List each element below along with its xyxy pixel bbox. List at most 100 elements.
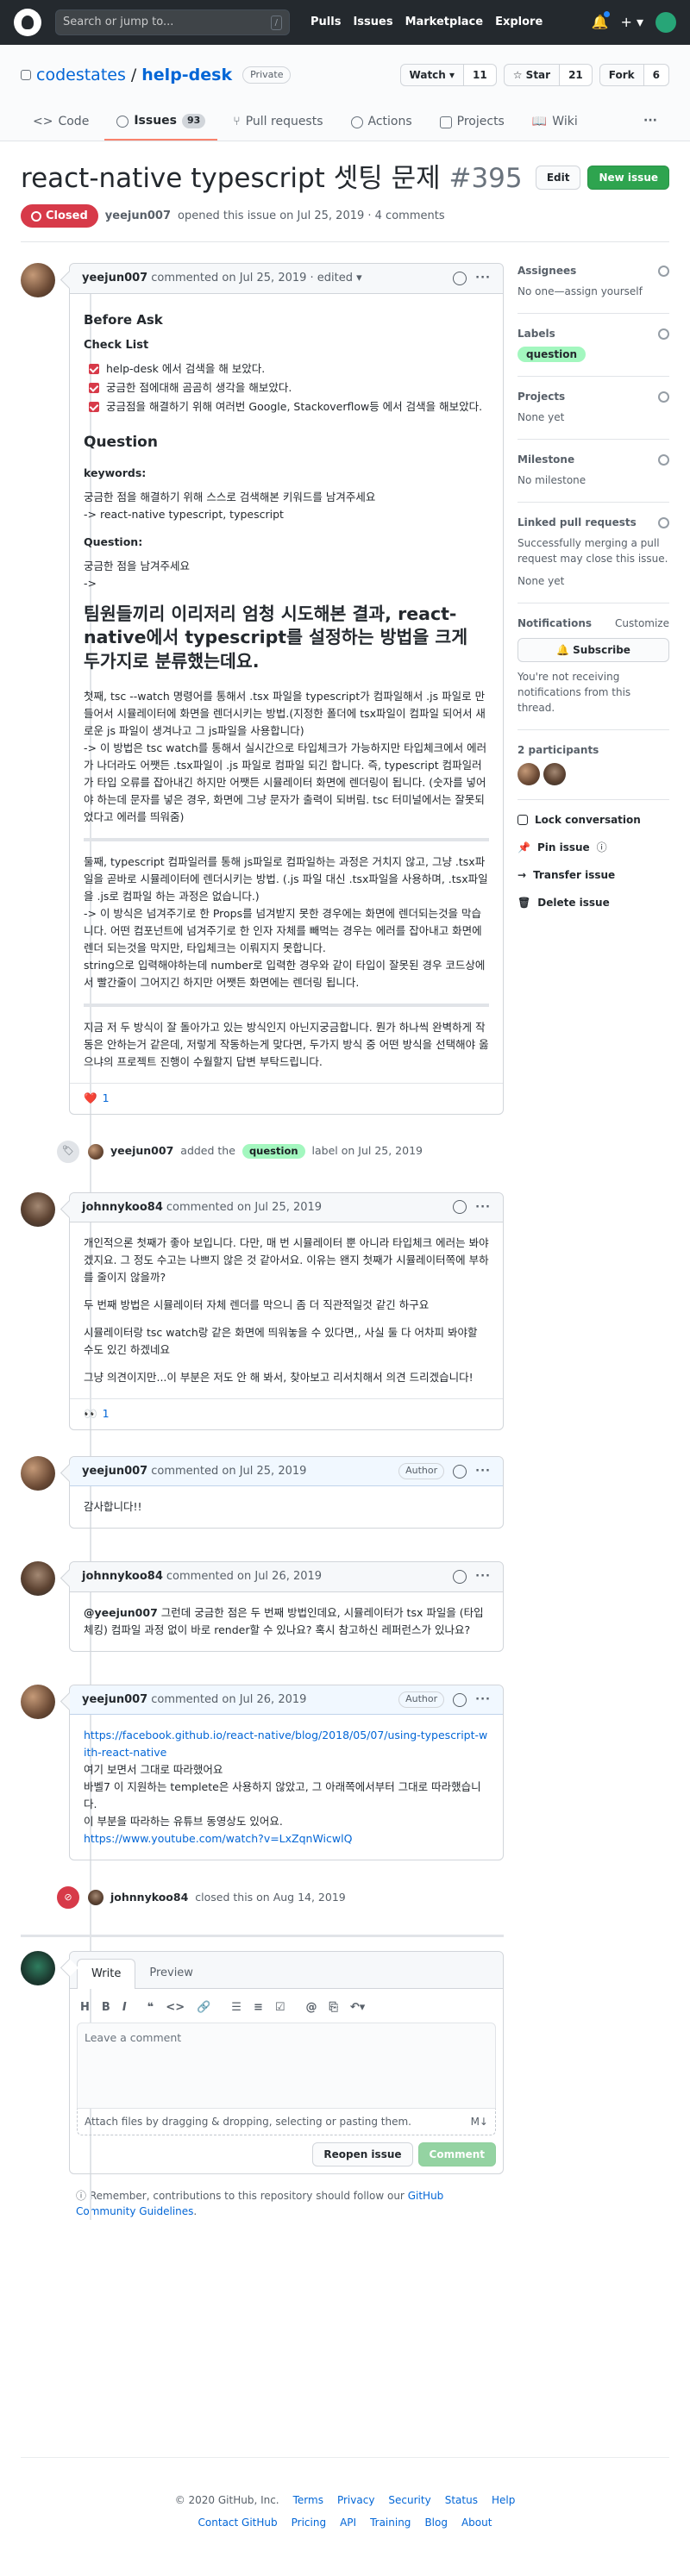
fork-label[interactable]: Fork bbox=[599, 64, 644, 86]
watch-count[interactable]: 11 bbox=[464, 64, 497, 86]
nav-marketplace[interactable]: Marketplace bbox=[405, 14, 484, 31]
footer-link-about[interactable]: About bbox=[461, 2515, 492, 2530]
reply-icon[interactable]: ↶▾ bbox=[350, 1999, 365, 2016]
gear-icon[interactable] bbox=[658, 453, 669, 466]
linked-prs-title[interactable]: Linked pull requests bbox=[518, 515, 637, 530]
participant-avatar[interactable] bbox=[518, 763, 540, 786]
comment-textarea[interactable]: Leave a comment bbox=[77, 2023, 496, 2110]
footer-link-status[interactable]: Status bbox=[445, 2492, 478, 2508]
watch-label[interactable]: Watch ▾ bbox=[399, 64, 465, 86]
gear-icon[interactable] bbox=[658, 391, 669, 403]
comment-options-icon[interactable]: ··· bbox=[475, 1199, 491, 1216]
add-reaction-icon[interactable] bbox=[453, 272, 467, 285]
participant-avatar[interactable] bbox=[543, 763, 566, 786]
info-icon[interactable]: ⓘ bbox=[597, 840, 607, 855]
event-avatar[interactable] bbox=[88, 1890, 104, 1906]
question-label[interactable]: question bbox=[518, 347, 586, 363]
gear-icon[interactable] bbox=[658, 265, 669, 277]
customize-link[interactable]: Customize bbox=[615, 616, 669, 631]
edit-title-button[interactable]: Edit bbox=[535, 166, 581, 190]
question-label-badge[interactable]: question bbox=[242, 1143, 305, 1160]
avatar[interactable] bbox=[21, 1684, 55, 1719]
comment-options-icon[interactable]: ··· bbox=[475, 1463, 491, 1480]
subscribe-button[interactable]: 🔔 Subscribe bbox=[518, 638, 669, 663]
projects-title[interactable]: Projects bbox=[518, 389, 565, 404]
avatar[interactable] bbox=[21, 1455, 55, 1491]
comment-options-icon[interactable]: ··· bbox=[475, 1691, 491, 1709]
cross-reference-icon[interactable]: ⎘ bbox=[329, 1999, 338, 2016]
italic-icon[interactable]: I bbox=[122, 1999, 127, 2016]
tab-projects[interactable]: Projects bbox=[428, 105, 517, 141]
assignees-value[interactable]: No one—assign yourself bbox=[518, 285, 643, 297]
heading-icon[interactable]: H bbox=[80, 1999, 90, 2016]
labels-title[interactable]: Labels bbox=[518, 326, 555, 341]
task-list-icon[interactable]: ☑ bbox=[275, 1999, 285, 2016]
create-new-dropdown[interactable]: + ▾ bbox=[620, 12, 643, 33]
gear-icon[interactable] bbox=[658, 328, 669, 340]
footer-link-privacy[interactable]: Privacy bbox=[337, 2492, 374, 2508]
numbered-list-icon[interactable]: ≡ bbox=[254, 1999, 263, 2016]
task-item[interactable]: help-desk 에서 검색을 해 보았다. bbox=[89, 360, 489, 378]
bulleted-list-icon[interactable]: ☰ bbox=[231, 1999, 242, 2016]
task-item[interactable]: 궁금한 점에대해 곰곰히 생각을 해보았다. bbox=[89, 379, 489, 397]
comment-meta[interactable]: commented on Jul 26, 2019 bbox=[151, 1691, 306, 1709]
milestone-title[interactable]: Milestone bbox=[518, 452, 574, 467]
more-tabs-icon[interactable]: ··· bbox=[631, 105, 669, 141]
comment-meta[interactable]: commented on Jul 26, 2019 bbox=[166, 1568, 322, 1585]
star-button[interactable]: ☆ Star 21 bbox=[503, 64, 593, 86]
tab-wiki[interactable]: 📖 Wiki bbox=[520, 105, 590, 141]
pin-issue-action[interactable]: 📌 Pin issue ⓘ bbox=[518, 840, 669, 855]
avatar[interactable] bbox=[21, 1191, 55, 1227]
tab-actions[interactable]: Actions bbox=[339, 105, 424, 141]
eyes-reaction-icon[interactable]: 👀 bbox=[84, 1406, 97, 1422]
new-issue-button[interactable]: New issue bbox=[587, 166, 669, 190]
add-reaction-icon[interactable] bbox=[453, 1570, 467, 1584]
footer-link-training[interactable]: Training bbox=[370, 2515, 411, 2530]
tab-issues[interactable]: Issues 93 bbox=[104, 105, 218, 141]
nav-explore[interactable]: Explore bbox=[495, 14, 543, 31]
mention-icon[interactable]: @ bbox=[306, 1999, 317, 2016]
issue-author-link[interactable]: yeejun007 bbox=[105, 208, 171, 225]
comment-author[interactable]: yeejun007 bbox=[82, 270, 147, 287]
link-icon[interactable]: 🔗 bbox=[197, 1999, 210, 2016]
comment-meta[interactable]: commented on Jul 25, 2019 · edited ▾ bbox=[151, 270, 361, 287]
mention-link[interactable]: @yeejun007 bbox=[84, 1606, 158, 1619]
event-avatar[interactable] bbox=[88, 1143, 104, 1160]
footer-link-blog[interactable]: Blog bbox=[424, 2515, 448, 2530]
transfer-issue-action[interactable]: → Transfer issue bbox=[518, 867, 669, 883]
add-reaction-icon[interactable] bbox=[453, 1200, 467, 1215]
code-icon[interactable]: <> bbox=[166, 1999, 185, 2016]
avatar[interactable] bbox=[21, 1561, 55, 1597]
comment-options-icon[interactable]: ··· bbox=[475, 1568, 491, 1585]
tab-preview[interactable]: Preview bbox=[135, 1959, 207, 1988]
comment-author[interactable]: yeejun007 bbox=[82, 1691, 147, 1709]
tab-write[interactable]: Write bbox=[77, 1959, 136, 1989]
footer-link-pricing[interactable]: Pricing bbox=[292, 2515, 326, 2530]
reference-link[interactable]: https://facebook.github.io/react-native/… bbox=[84, 1729, 487, 1759]
assignees-title[interactable]: Assignees bbox=[518, 263, 576, 278]
nav-issues[interactable]: Issues bbox=[353, 14, 392, 31]
heart-reaction-icon[interactable]: ❤️ bbox=[84, 1091, 97, 1107]
notifications-bell-icon[interactable]: 🔔 bbox=[592, 11, 611, 33]
avatar[interactable] bbox=[21, 263, 55, 298]
repo-owner-link[interactable]: codestates bbox=[36, 63, 126, 88]
reopen-issue-button[interactable]: Reopen issue bbox=[312, 2142, 413, 2167]
task-item[interactable]: 궁금점을 해결하기 위해 여러번 Google, Stackoverflow등 … bbox=[89, 398, 489, 416]
comment-author[interactable]: johnnykoo84 bbox=[82, 1568, 163, 1585]
github-logo-icon[interactable] bbox=[14, 9, 41, 36]
watch-button[interactable]: Watch ▾ 11 bbox=[399, 64, 497, 86]
gear-icon[interactable] bbox=[658, 516, 669, 528]
lock-conversation-action[interactable]: Lock conversation bbox=[518, 812, 669, 828]
comment-author[interactable]: johnnykoo84 bbox=[82, 1199, 163, 1216]
star-label[interactable]: ☆ Star bbox=[503, 64, 561, 86]
checkbox-checked-icon[interactable] bbox=[89, 382, 99, 393]
user-avatar[interactable] bbox=[656, 12, 676, 33]
comment-button[interactable]: Comment bbox=[417, 2142, 496, 2167]
reaction-count[interactable]: 1 bbox=[103, 1406, 110, 1422]
avatar[interactable] bbox=[21, 1951, 55, 1986]
event-author[interactable]: johnnykoo84 bbox=[110, 1890, 188, 1906]
comment-author[interactable]: yeejun007 bbox=[82, 1463, 147, 1480]
tab-code[interactable]: <> Code bbox=[21, 105, 101, 141]
star-count[interactable]: 21 bbox=[560, 64, 593, 86]
bold-icon[interactable]: B bbox=[102, 1999, 110, 2016]
